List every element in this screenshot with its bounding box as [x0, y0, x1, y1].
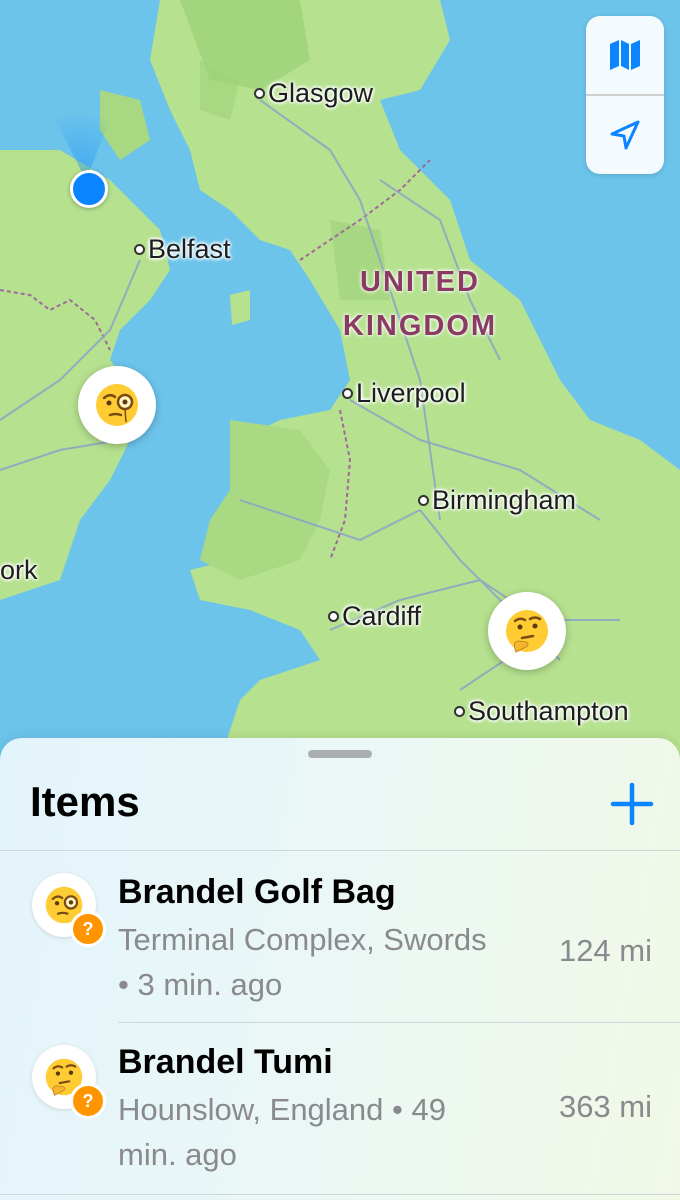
city-label-belfast: Belfast — [134, 234, 231, 265]
map-view[interactable]: Glasgow Belfast Liverpool Birmingham Car… — [0, 0, 680, 760]
item-name: Brandel Tumi — [118, 1043, 333, 1081]
country-label: UNITED KINGDOM — [342, 266, 498, 342]
sheet-grabber[interactable] — [308, 750, 372, 758]
map-pin-golf-bag[interactable] — [78, 366, 156, 444]
items-sheet: Items ? Brandel Golf Bag Terminal Comple… — [0, 738, 680, 1200]
item-time: • 3 min. ago — [118, 967, 283, 1002]
city-label-cork: ork — [0, 555, 38, 585]
locate-me-button[interactable] — [586, 96, 664, 174]
city-label-cardiff: Cardiff — [328, 601, 421, 632]
item-name: Brandel Golf Bag — [118, 873, 396, 911]
bottom-divider — [0, 1194, 680, 1195]
city-label-birmingham: Birmingham — [418, 485, 576, 516]
current-location-dot — [70, 170, 108, 208]
unknown-status-badge: ? — [70, 911, 106, 947]
sheet-title: Items — [30, 778, 140, 825]
map-mode-button[interactable] — [586, 16, 664, 94]
item-location: Terminal Complex, Swords • 3 min. ago — [118, 922, 487, 1002]
item-distance: 124 mi — [558, 933, 652, 968]
item-avatar: ? — [32, 873, 106, 947]
map-controls — [586, 16, 664, 174]
city-label-liverpool: Liverpool — [342, 378, 466, 409]
item-avatar: ? — [32, 1045, 106, 1119]
face-with-monocle-icon — [96, 384, 138, 426]
map-pin-tumi[interactable] — [488, 592, 566, 670]
location-arrow-icon — [610, 120, 640, 150]
add-item-button[interactable] — [608, 780, 656, 828]
thinking-face-icon — [506, 610, 548, 653]
map-icon — [610, 40, 640, 70]
city-label-glasgow: Glasgow — [254, 78, 373, 109]
list-item[interactable]: ? Brandel Tumi Hounslow, England • 49 mi… — [0, 1023, 680, 1193]
list-item[interactable]: ? Brandel Golf Bag Terminal Complex, Swo… — [0, 851, 680, 1021]
heading-beam — [50, 110, 110, 180]
city-label-southampton: Southampton — [454, 696, 629, 727]
item-distance: 363 mi — [558, 1089, 652, 1124]
unknown-status-badge: ? — [70, 1083, 106, 1119]
item-location: Hounslow, England • 49 min. ago — [118, 1092, 446, 1172]
